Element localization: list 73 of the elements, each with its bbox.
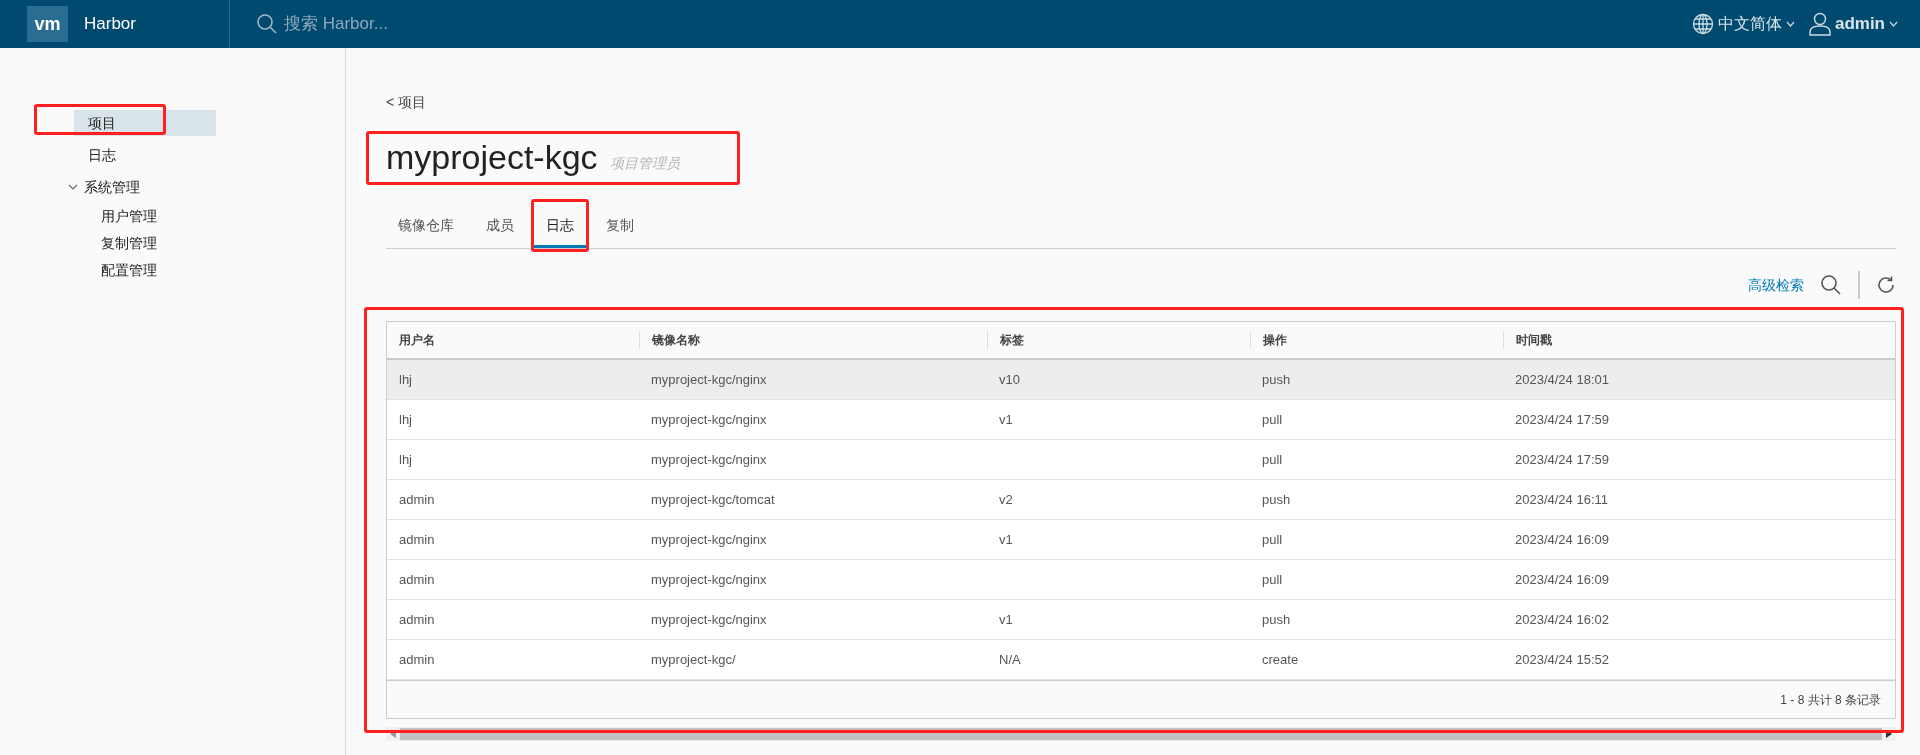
column-header[interactable]: 标签 bbox=[987, 331, 1250, 349]
sidebar-item[interactable]: 配置管理 bbox=[101, 260, 157, 283]
table-cell: 2023/4/24 17:59 bbox=[1515, 411, 1609, 427]
table-cell: v10 bbox=[999, 371, 1020, 387]
project-title: myproject-kgc bbox=[386, 137, 598, 178]
scroll-right-icon[interactable] bbox=[1886, 730, 1892, 738]
table-cell: myproject-kgc/nginx bbox=[651, 571, 767, 587]
table-cell: admin bbox=[399, 651, 435, 667]
search-icon[interactable] bbox=[1820, 274, 1842, 296]
sidebar-item[interactable]: 用户管理 bbox=[101, 206, 157, 229]
user-icon bbox=[1808, 12, 1831, 36]
tab[interactable]: 日志 bbox=[534, 205, 586, 248]
table-cell: 2023/4/24 16:02 bbox=[1515, 611, 1609, 627]
refresh-icon[interactable] bbox=[1876, 275, 1896, 295]
table-cell: 2023/4/24 18:01 bbox=[1515, 371, 1609, 387]
role-label: 项目管理员 bbox=[609, 154, 680, 173]
search-field[interactable]: 搜索 Harbor... bbox=[284, 11, 484, 37]
back-link[interactable]: < 项目 bbox=[386, 92, 1896, 113]
table-cell: v1 bbox=[999, 411, 1013, 427]
search-icon bbox=[256, 13, 278, 35]
globe-icon bbox=[1691, 13, 1714, 35]
table-cell: pull bbox=[1262, 571, 1283, 587]
table-cell: 2023/4/24 15:52 bbox=[1515, 651, 1609, 667]
table-cell: myproject-kgc/nginx bbox=[651, 371, 767, 387]
sidebar-item[interactable]: 日志 bbox=[74, 142, 216, 168]
table-cell: 2023/4/24 16:11 bbox=[1515, 491, 1608, 507]
column-header[interactable]: 时间戳 bbox=[1503, 331, 1895, 349]
table-cell: myproject-kgc/ bbox=[651, 651, 736, 667]
table-cell: 2023/4/24 16:09 bbox=[1515, 531, 1609, 547]
table-cell: v2 bbox=[999, 491, 1013, 507]
record-count: 1 - 8 共计 8 条记录 bbox=[1780, 691, 1881, 709]
table-cell: pull bbox=[1262, 531, 1283, 547]
user-menu[interactable]: admin bbox=[1808, 11, 1898, 37]
vm-logo: vm bbox=[27, 6, 68, 42]
table-cell: pull bbox=[1262, 451, 1283, 467]
table-cell: admin bbox=[399, 491, 435, 507]
table-cell: myproject-kgc/nginx bbox=[651, 531, 767, 547]
column-header[interactable]: 操作 bbox=[1250, 331, 1503, 349]
table-cell: v1 bbox=[999, 611, 1013, 627]
scroll-left-icon[interactable] bbox=[390, 730, 396, 738]
table-cell: pull bbox=[1262, 411, 1283, 427]
table-cell: N/A bbox=[999, 651, 1021, 667]
table-cell: myproject-kgc/nginx bbox=[651, 451, 767, 467]
column-header[interactable]: 镜像名称 bbox=[639, 331, 987, 349]
table-cell: myproject-kgc/nginx bbox=[651, 611, 767, 627]
tab[interactable]: 复制 bbox=[594, 205, 646, 248]
table-cell: v1 bbox=[999, 531, 1013, 547]
caret-icon bbox=[68, 182, 78, 192]
tab[interactable]: 镜像仓库 bbox=[386, 205, 466, 248]
caret-icon bbox=[1785, 21, 1795, 27]
tab[interactable]: 成员 bbox=[474, 205, 526, 248]
table-cell: push bbox=[1262, 611, 1291, 627]
table-cell: 2023/4/24 17:59 bbox=[1515, 451, 1609, 467]
product-name: Harbor bbox=[84, 13, 136, 36]
sidebar-group[interactable]: 系统管理 bbox=[68, 174, 210, 200]
caret-icon bbox=[1889, 21, 1898, 27]
table-cell: lhj bbox=[399, 411, 412, 427]
advanced-search-link[interactable]: 高级检索 bbox=[1748, 274, 1804, 296]
table-cell: push bbox=[1262, 371, 1291, 387]
sidebar-item[interactable]: 复制管理 bbox=[101, 233, 157, 256]
table-cell: 2023/4/24 16:09 bbox=[1515, 571, 1609, 587]
table-cell: lhj bbox=[399, 451, 412, 467]
column-header[interactable]: 用户名 bbox=[387, 331, 639, 349]
table-cell: admin bbox=[399, 531, 435, 547]
table-cell: admin bbox=[399, 611, 435, 627]
table-cell: myproject-kgc/tomcat bbox=[651, 491, 775, 507]
table-cell: myproject-kgc/nginx bbox=[651, 411, 767, 427]
language-menu[interactable]: 中文简体 bbox=[1691, 12, 1795, 36]
table-row[interactable]: lhj myproject-kgc/nginx v10 push 2023/4/24 18:01 bbox=[387, 360, 1895, 400]
table-cell: admin bbox=[399, 571, 435, 587]
table-cell: lhj bbox=[399, 371, 412, 387]
table-cell: push bbox=[1262, 491, 1291, 507]
table-cell: create bbox=[1262, 651, 1299, 667]
